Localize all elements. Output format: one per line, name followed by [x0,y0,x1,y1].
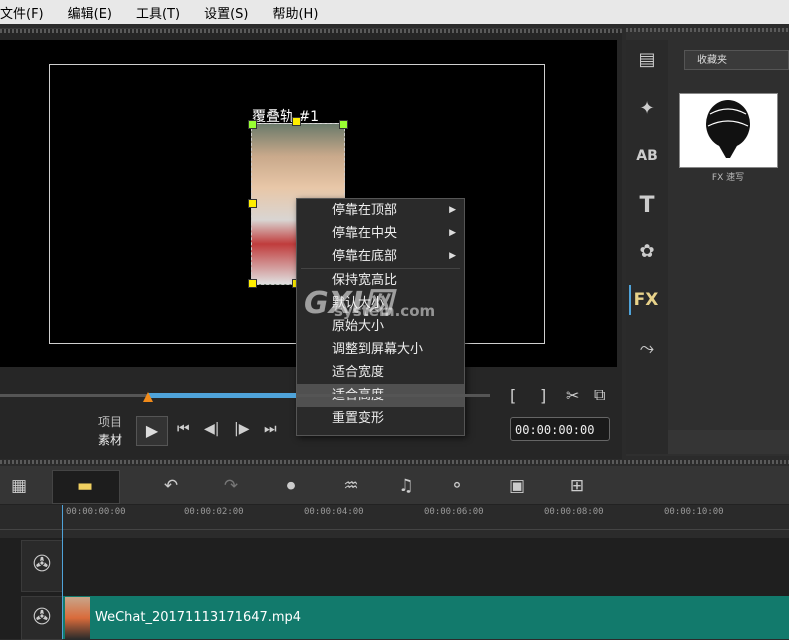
menu-item-reset-transform[interactable]: 重置变形 [297,407,464,430]
menu-edit[interactable]: 编辑(E) [68,3,112,22]
motion-tracking-icon[interactable]: ⚬ [442,474,472,498]
submenu-arrow-icon: ▶ [449,251,456,261]
panel-grip[interactable] [626,28,789,32]
next-frame-icon[interactable]: |▶ [234,421,249,437]
sound-mixer-icon[interactable]: ♒ [336,474,366,498]
overlay-track-reel-icon[interactable]: ✇ [21,596,63,640]
resize-handle[interactable] [248,279,257,288]
menu-item-dock-center[interactable]: 停靠在中央 ▶ [297,222,464,245]
menu-file[interactable]: 文件(F) [0,3,44,22]
panel-grip[interactable] [0,460,789,464]
transition-icon[interactable]: ✦ [633,95,661,123]
auto-music-icon[interactable]: ♫ [391,474,421,498]
menu-item-fit-width[interactable]: 适合宽度 [297,361,464,384]
fx-icon[interactable]: FX [629,285,661,315]
menu-item-dock-top[interactable]: 停靠在顶部 ▶ [297,199,464,222]
library-footer [668,430,789,454]
clip-name: WeChat_20171113171647.mp4 [95,610,302,625]
record-capture-icon[interactable]: ⏺ [276,474,306,498]
path-icon[interactable]: ⤳ [633,335,661,363]
resize-handle[interactable] [248,120,257,129]
multi-camera-icon[interactable]: ⊞ [562,474,592,498]
graphic-icon[interactable]: ✿ [633,238,661,266]
text-t-icon[interactable]: T [633,192,661,220]
watermark-sub: system.com [334,302,436,320]
previous-frame-icon[interactable]: ◀| [204,421,219,437]
scrub-selection [148,393,296,398]
mode-clip-label[interactable]: 素材 [98,431,122,448]
ruler-tick-label: 00:00:06:00 [424,507,484,517]
mark-out-icon[interactable]: ] [540,386,546,405]
timeline-view-icon: ▬ [76,476,94,496]
submenu-arrow-icon: ▶ [449,228,456,238]
mode-project-label[interactable]: 项目 [98,413,122,430]
video-track[interactable] [0,538,789,595]
ruler-tick-label: 00:00:00:00 [66,507,126,517]
ruler-tick-label: 00:00:08:00 [544,507,604,517]
filter-thumbnail[interactable] [679,93,778,168]
title-ab-icon[interactable]: AB [633,142,661,170]
trim-marker-icon[interactable] [143,392,153,402]
ruler-tick-label: 00:00:10:00 [664,507,724,517]
menu-item-dock-bottom[interactable]: 停靠在底部 ▶ [297,245,464,268]
scissors-icon[interactable]: ✂ [566,386,579,405]
clip-thumbnail [65,597,90,639]
panel-grip[interactable] [0,29,622,33]
mark-in-icon[interactable]: [ [510,386,516,405]
copy-icon[interactable]: ⧉ [594,385,605,405]
timecode-field[interactable]: 00:00:00:00 [510,417,610,441]
balloon-sketch-icon [706,100,750,158]
subtitle-editor-icon[interactable]: ▣ [502,474,532,498]
resize-handle[interactable] [248,199,257,208]
ruler-tick-label: 00:00:02:00 [184,507,244,517]
home-icon[interactable]: ⏮ [177,421,190,437]
menu-item-fit-screen[interactable]: 调整到屏幕大小 [297,338,464,361]
play-button[interactable]: ▶ [136,416,168,446]
resize-handle[interactable] [339,120,348,129]
menu-help[interactable]: 帮助(H) [272,3,318,22]
storyboard-view-icon[interactable]: ▦ [4,474,34,498]
playhead[interactable] [62,505,63,639]
favorites-dropdown[interactable]: 收藏夹 [684,50,789,70]
resize-handle[interactable] [292,117,301,126]
menu-bar: 文件(F) 编辑(E) 工具(T) 设置(S) 帮助(H) [0,0,789,24]
redo-icon[interactable]: ↷ [216,474,246,498]
menu-settings[interactable]: 设置(S) [204,3,248,22]
thumbnail-label: FX 速写 [711,173,745,183]
video-track-reel-icon[interactable]: ✇ [21,540,63,592]
media-icon[interactable]: ▤ [633,46,661,74]
undo-icon[interactable]: ↶ [156,474,186,498]
submenu-arrow-icon: ▶ [449,205,456,215]
ruler-tick-label: 00:00:04:00 [304,507,364,517]
end-icon[interactable]: ⏭ [264,421,277,437]
menu-tools[interactable]: 工具(T) [136,3,180,22]
